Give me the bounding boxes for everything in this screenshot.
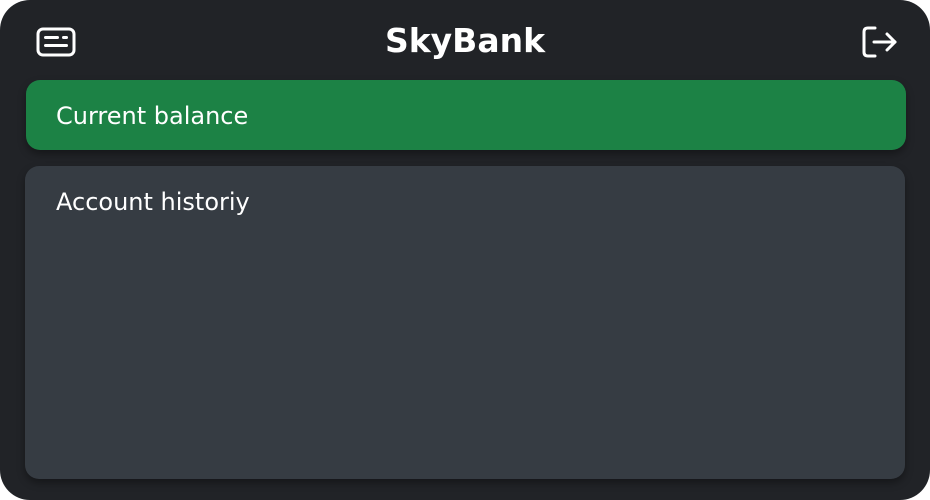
- logout-icon-graphic: [862, 26, 897, 58]
- current-balance-label: Current balance: [56, 102, 249, 130]
- header: SkyBank: [0, 0, 930, 80]
- logout-icon[interactable]: [860, 22, 900, 62]
- app-title: SkyBank: [384, 21, 546, 60]
- app-window: SkyBank Current balance Account historiy: [0, 0, 930, 500]
- current-balance-panel[interactable]: Current balance: [26, 80, 906, 150]
- account-history-panel[interactable]: Account historiy: [25, 166, 905, 479]
- account-history-label: Account historiy: [56, 188, 250, 216]
